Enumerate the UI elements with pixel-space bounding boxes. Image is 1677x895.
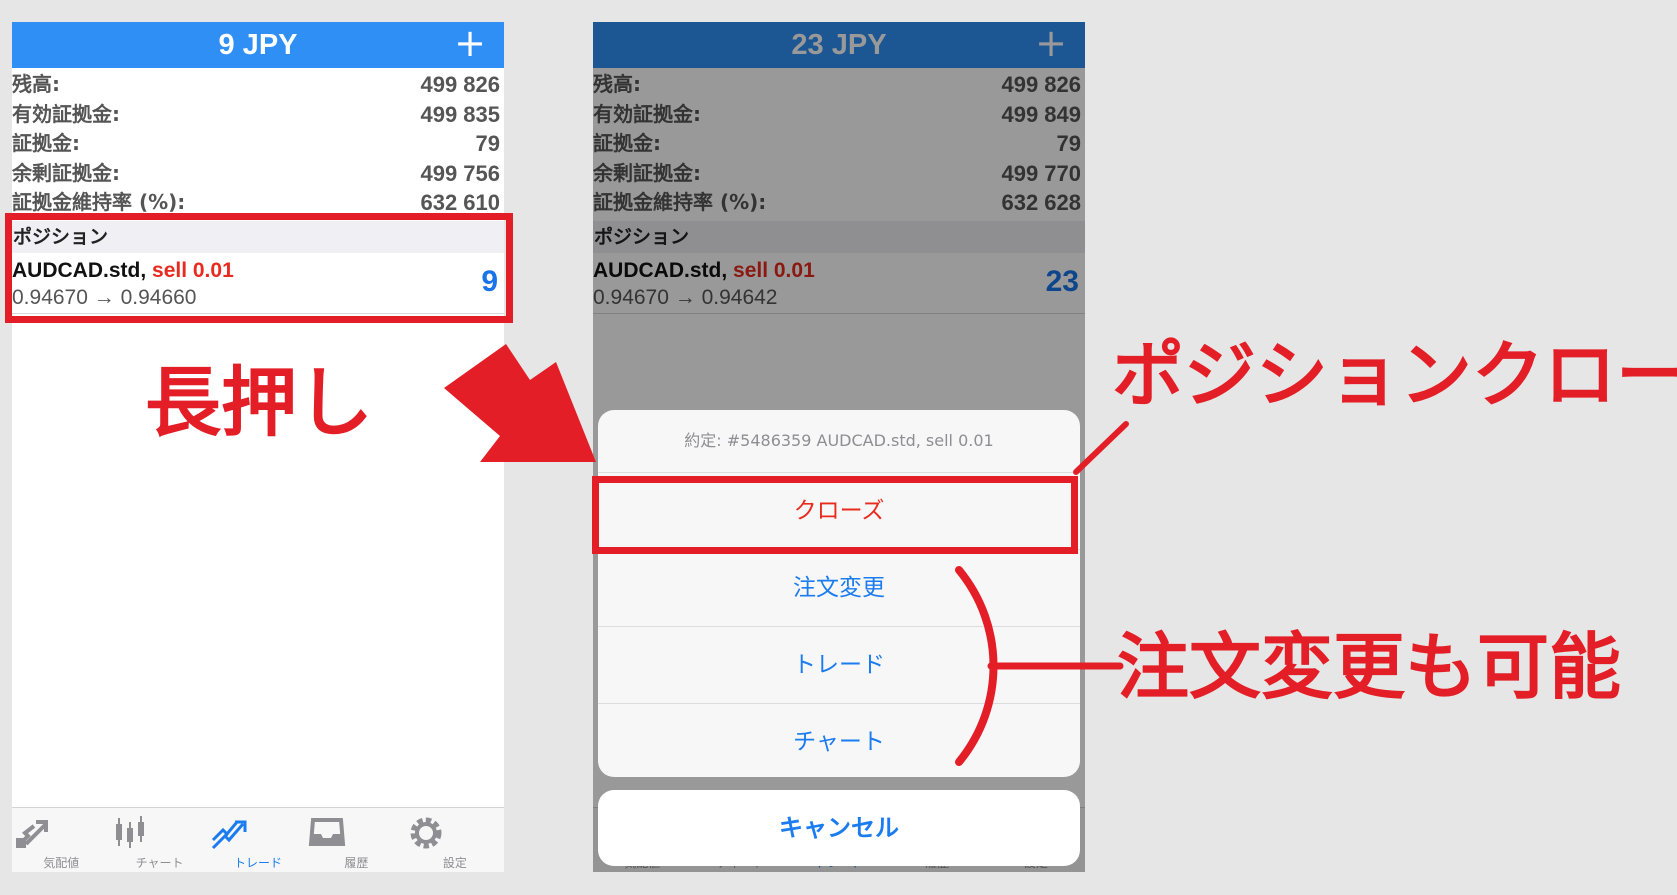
modify-possible-annotation: 注文変更も可能 [1117, 625, 1622, 709]
settings-icon [410, 817, 442, 849]
balance-list: 残高: 499 826 有効証拠金: 499 835 証拠金: 79 余剰証拠金: 49… [12, 68, 504, 218]
tab-trade[interactable]: トレード [209, 808, 307, 872]
tab-settings[interactable]: 設定 [406, 808, 504, 872]
action-sheet-title: 約定: #5486359 AUDCAD.std, sell 0.01 [598, 410, 1080, 473]
tab-chart[interactable]: チャート [110, 808, 208, 872]
free-margin-row: 余剰証拠金: 499 756 [12, 160, 500, 186]
cancel-sheet: キャンセル [598, 790, 1080, 866]
tab-quotes[interactable]: 気配値 [12, 808, 110, 872]
cancel-button[interactable]: キャンセル [598, 790, 1080, 866]
history-icon [309, 818, 346, 846]
balance-row: 残高: 499 826 [12, 72, 500, 97]
header-bar: 9 JPY + [12, 22, 504, 68]
position-close-annotation: ポジションクローズ [1112, 333, 1677, 417]
equity-row: 有効証拠金: 499 835 [12, 101, 500, 127]
long-press-annotation: 長押し [145, 358, 373, 447]
close-highlight-box [592, 476, 1078, 554]
tab-bar: 気配値 チャート トレード 履歴 設定 [12, 807, 504, 872]
tab-history[interactable]: 履歴 [307, 808, 405, 872]
bracket-icon [955, 566, 1124, 766]
plus-icon[interactable]: + [454, 22, 486, 64]
trade-icon [211, 820, 247, 850]
quotes-icon [16, 820, 48, 848]
position-highlight-box [5, 213, 513, 323]
chart-icon [116, 816, 145, 848]
profit-total-title: 9 JPY [218, 29, 298, 61]
arrow-right-icon [444, 344, 596, 462]
callout-line [1073, 421, 1129, 475]
margin-row: 証拠金: 79 [12, 131, 500, 156]
